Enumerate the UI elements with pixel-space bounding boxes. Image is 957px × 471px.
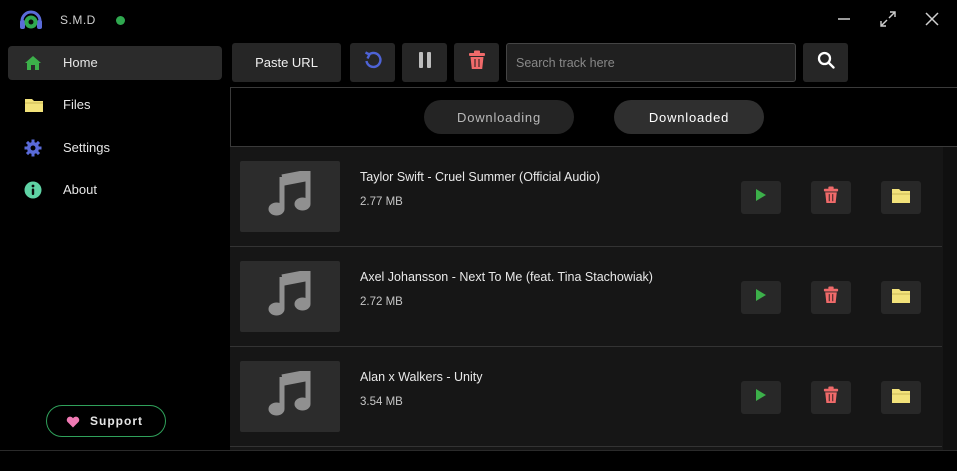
search-field[interactable] <box>506 43 796 82</box>
title-bar: S.M.D <box>0 0 957 40</box>
paste-url-label: Paste URL <box>255 55 318 70</box>
support-label: Support <box>90 414 143 428</box>
close-button[interactable] <box>920 8 944 30</box>
trash-icon <box>468 50 486 75</box>
music-note-icon <box>268 368 312 422</box>
refresh-button[interactable] <box>350 43 395 82</box>
track-size: 2.77 MB <box>360 196 403 208</box>
trash-icon <box>823 186 839 209</box>
folder-icon <box>891 187 911 209</box>
open-folder-button[interactable] <box>881 181 921 214</box>
track-size: 2.72 MB <box>360 296 403 308</box>
track-row: Axel Johansson - Next To Me (feat. Tina … <box>230 247 942 347</box>
sidebar-item-settings[interactable]: Settings <box>8 131 222 165</box>
track-thumbnail <box>240 261 340 332</box>
refresh-icon <box>362 49 384 76</box>
track-size: 3.54 MB <box>360 396 403 408</box>
track-title: Alan x Walkers - Unity <box>360 370 483 384</box>
sidebar-item-label: Settings <box>63 140 110 155</box>
play-icon <box>755 188 767 207</box>
status-bar <box>0 450 957 471</box>
tab-downloading[interactable]: Downloading <box>424 100 574 134</box>
minimize-icon <box>837 12 851 26</box>
delete-button[interactable] <box>811 181 851 214</box>
track-row: Alan x Walkers - Unity 3.54 MB <box>230 347 942 447</box>
music-note-icon <box>268 168 312 222</box>
track-title: Taylor Swift - Cruel Summer (Official Au… <box>360 170 601 184</box>
pause-button[interactable] <box>402 43 447 82</box>
search-input[interactable] <box>507 44 795 81</box>
sidebar-item-files[interactable]: Files <box>8 88 222 122</box>
info-icon <box>24 181 42 199</box>
folder-icon <box>891 387 911 409</box>
app-name: S.M.D <box>60 13 96 27</box>
trash-icon <box>823 286 839 309</box>
sidebar-item-label: Home <box>63 55 98 70</box>
track-list: Taylor Swift - Cruel Summer (Official Au… <box>230 147 943 450</box>
sidebar-item-about[interactable]: About <box>8 173 222 207</box>
track-list-scrollbar[interactable] <box>943 147 957 450</box>
play-icon <box>755 388 767 407</box>
sidebar-item-home[interactable]: Home <box>8 46 222 80</box>
sidebar: Home Files Settings About <box>0 40 230 450</box>
tab-bar: Downloading Downloaded <box>230 87 957 147</box>
close-icon <box>925 12 939 26</box>
delete-all-button[interactable] <box>454 43 499 82</box>
status-dot <box>116 16 125 25</box>
support-button[interactable]: Support <box>46 405 166 437</box>
tab-downloaded[interactable]: Downloaded <box>614 100 764 134</box>
gear-icon <box>24 139 42 157</box>
play-button[interactable] <box>741 181 781 214</box>
track-thumbnail <box>240 361 340 432</box>
delete-button[interactable] <box>811 281 851 314</box>
paste-url-button[interactable]: Paste URL <box>232 43 341 82</box>
downloads-panel: Downloading Downloaded Taylor Swift - Cr… <box>230 87 957 450</box>
open-folder-button[interactable] <box>881 281 921 314</box>
delete-button[interactable] <box>811 381 851 414</box>
sidebar-item-label: About <box>63 182 97 197</box>
minimize-button[interactable] <box>832 8 856 30</box>
folder-icon <box>891 287 911 309</box>
track-title: Axel Johansson - Next To Me (feat. Tina … <box>360 270 653 284</box>
track-row: Taylor Swift - Cruel Summer (Official Au… <box>230 147 942 247</box>
open-folder-button[interactable] <box>881 381 921 414</box>
app-logo-icon <box>19 7 43 33</box>
heart-icon <box>66 415 80 428</box>
maximize-icon <box>880 11 896 27</box>
pause-icon <box>417 51 433 74</box>
sidebar-item-label: Files <box>63 97 91 112</box>
play-button[interactable] <box>741 381 781 414</box>
play-icon <box>755 288 767 307</box>
search-icon <box>817 51 835 74</box>
trash-icon <box>823 386 839 409</box>
play-button[interactable] <box>741 281 781 314</box>
folder-icon <box>24 96 43 114</box>
home-icon <box>24 54 42 72</box>
search-button[interactable] <box>803 43 848 82</box>
track-thumbnail <box>240 161 340 232</box>
maximize-button[interactable] <box>876 8 900 30</box>
music-note-icon <box>268 268 312 322</box>
